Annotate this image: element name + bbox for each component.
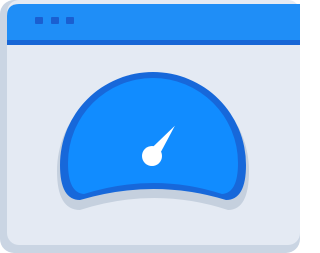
- browser-speed-illustration: [0, 0, 300, 253]
- window-control-dot: [35, 17, 43, 24]
- title-bar: [7, 4, 300, 40]
- window-control-dot: [66, 17, 74, 24]
- window-controls: [35, 17, 74, 24]
- window-control-dot: [51, 17, 59, 24]
- speedometer-browser-icon: [0, 0, 300, 253]
- needle-hub: [142, 146, 162, 166]
